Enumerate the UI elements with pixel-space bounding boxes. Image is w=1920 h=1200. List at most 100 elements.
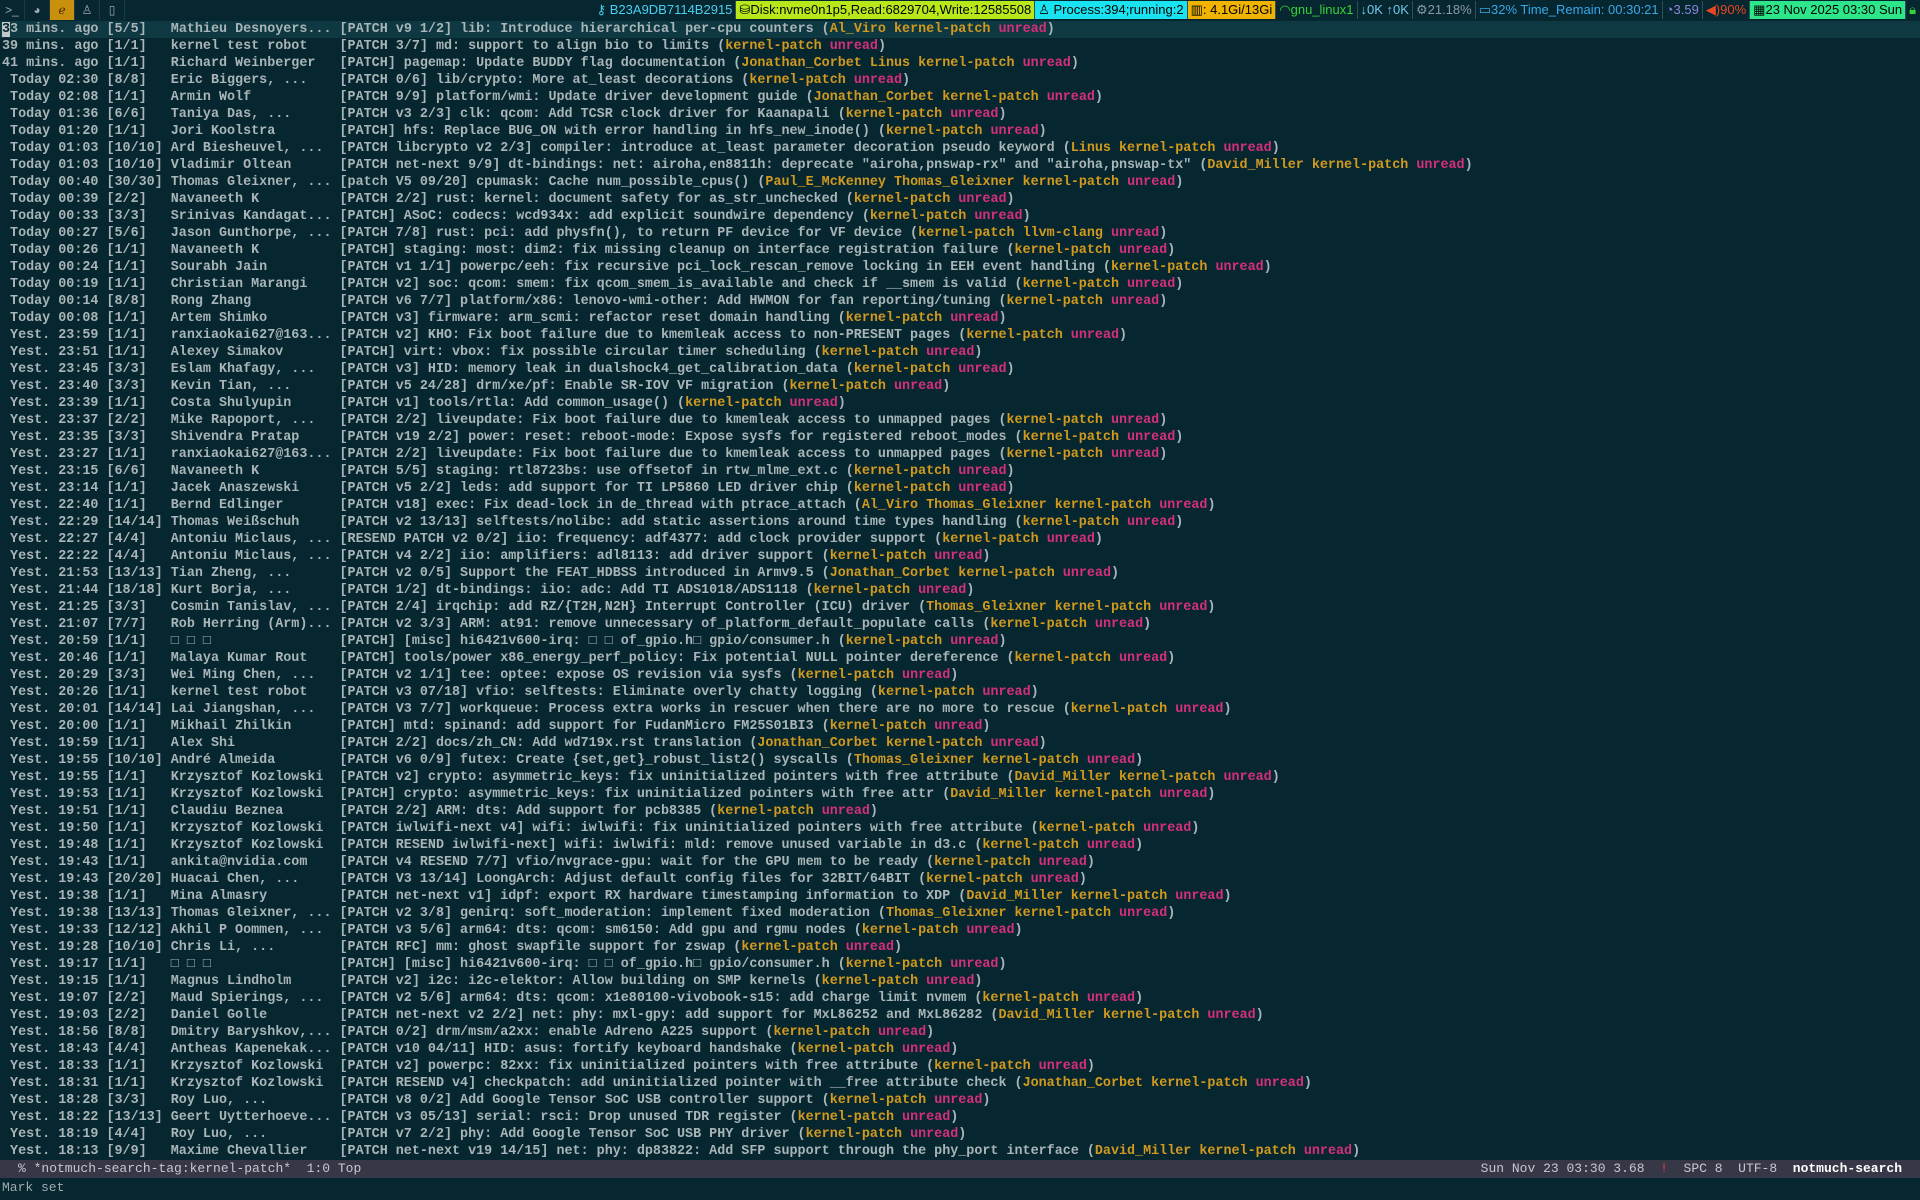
thread-row[interactable]: Yest. 20:01 [14/14] Lai Jiangshan, ... […	[0, 701, 1920, 718]
thread-count: [10/10]	[98, 753, 170, 768]
thread-row[interactable]: Today 00:08 [1/1] Artem Shimko [PATCH v3…	[0, 310, 1920, 327]
thread-row[interactable]: Yest. 20:00 [1/1] Mikhail Zhilkin [PATCH…	[0, 718, 1920, 735]
thread-tag: Jonathan_Corbet	[741, 56, 862, 71]
thread-row[interactable]: Yest. 19:43 [1/1] ankita@nvidia.com [PAT…	[0, 854, 1920, 871]
thread-row[interactable]: Yest. 21:07 [7/7] Rob Herring (Arm)... […	[0, 616, 1920, 633]
thread-subject: [PATCH v19 2/2] power: reset: reboot-mod…	[340, 430, 1023, 445]
lock-icon[interactable]: 🔒︎	[1905, 1, 1920, 19]
thread-date: Yest. 21:53	[2, 566, 98, 581]
thread-row[interactable]: Yest. 18:22 [13/13] Geert Uytterhoeve...…	[0, 1109, 1920, 1126]
thread-row[interactable]: Yest. 22:29 [14/14] Thomas Weißschuh [PA…	[0, 514, 1920, 531]
thread-tag: unread	[1095, 617, 1143, 632]
thread-row[interactable]: Today 01:20 [1/1] Jori Koolstra [PATCH] …	[0, 123, 1920, 140]
thread-date: Yest. 19:43	[2, 872, 98, 887]
emacs-icon[interactable]: ℯ	[50, 0, 75, 20]
thread-tag: unread	[1111, 226, 1159, 241]
thread-row[interactable]: Yest. 20:46 [1/1] Malaya Kumar Rout [PAT…	[0, 650, 1920, 667]
thread-row[interactable]: Yest. 20:26 [1/1] kernel test robot [PAT…	[0, 684, 1920, 701]
thread-row[interactable]: Yest. 18:43 [4/4] Antheas Kapenekak... […	[0, 1041, 1920, 1058]
gauge-icon: ◔	[1666, 2, 1674, 17]
thread-tag: unread	[1127, 515, 1175, 530]
minibuffer[interactable]: Mark set	[2, 1178, 64, 1198]
thread-row[interactable]: Yest. 19:07 [2/2] Maud Spierings, ... [P…	[0, 990, 1920, 1007]
thread-row[interactable]: Today 00:24 [1/1] Sourabh Jain [PATCH v1…	[0, 259, 1920, 276]
volume-status[interactable]: ◀)90%	[1702, 1, 1749, 19]
thread-tag: unread	[926, 974, 974, 989]
cursor: 3	[2, 22, 10, 37]
thread-row[interactable]: 41 mins. ago [1/1] Richard Weinberger [P…	[0, 55, 1920, 72]
thread-authors: ranxiaokai627@163...	[171, 328, 340, 343]
thread-row[interactable]: Yest. 21:53 [13/13] Tian Zheng, ... [PAT…	[0, 565, 1920, 582]
thread-tag: kernel-patch	[1006, 413, 1102, 428]
firefox-icon[interactable]: ◕	[25, 0, 50, 20]
terminal-icon[interactable]: >_	[0, 0, 25, 20]
thread-row[interactable]: Yest. 19:03 [2/2] Daniel Golle [PATCH ne…	[0, 1007, 1920, 1024]
thread-row[interactable]: Yest. 19:55 [1/1] Krzysztof Kozlowski [P…	[0, 769, 1920, 786]
thread-row[interactable]: Yest. 18:31 [1/1] Krzysztof Kozlowski [P…	[0, 1075, 1920, 1092]
thread-row[interactable]: Yest. 21:44 [18/18] Kurt Borja, ... [PAT…	[0, 582, 1920, 599]
thread-row[interactable]: Yest. 19:48 [1/1] Krzysztof Kozlowski [P…	[0, 837, 1920, 854]
thread-row[interactable]: Today 01:03 [10/10] Ard Biesheuvel, ... …	[0, 140, 1920, 157]
thread-row[interactable]: Yest. 23:59 [1/1] ranxiaokai627@163... […	[0, 327, 1920, 344]
thread-row[interactable]: Yest. 20:59 [1/1] □ □ □ [PATCH] [misc] h…	[0, 633, 1920, 650]
thread-row[interactable]: Today 02:08 [1/1] Armin Wolf [PATCH 9/9]…	[0, 89, 1920, 106]
thread-row[interactable]: 39 mins. ago [1/1] kernel test robot [PA…	[0, 38, 1920, 55]
thread-row[interactable]: Today 00:19 [1/1] Christian Marangi [PAT…	[0, 276, 1920, 293]
thread-row[interactable]: Yest. 22:22 [4/4] Antoniu Miclaus, ... […	[0, 548, 1920, 565]
thread-row[interactable]: Today 00:40 [30/30] Thomas Gleixner, ...…	[0, 174, 1920, 191]
thread-tag: unread	[1215, 260, 1263, 275]
thread-row[interactable]: Yest. 18:13 [9/9] Maxime Chevallier [PAT…	[0, 1143, 1920, 1160]
thread-row[interactable]: Yest. 19:51 [1/1] Claudiu Beznea [PATCH …	[0, 803, 1920, 820]
thread-row[interactable]: Yest. 23:27 [1/1] ranxiaokai627@163... […	[0, 446, 1920, 463]
pdf-icon[interactable]: ▯	[100, 0, 125, 20]
thread-row[interactable]: Yest. 21:25 [3/3] Cosmin Tanislav, ... […	[0, 599, 1920, 616]
thread-row[interactable]: Yest. 19:55 [10/10] André Almeida [PATCH…	[0, 752, 1920, 769]
thread-tag: unread	[990, 736, 1038, 751]
thread-authors: Krzysztof Kozlowski	[171, 1059, 340, 1074]
thread-row[interactable]: Yest. 19:50 [1/1] Krzysztof Kozlowski [P…	[0, 820, 1920, 837]
network-status: ◠gnu_linux1	[1275, 1, 1356, 19]
thread-row[interactable]: Today 00:39 [2/2] Navaneeth K [PATCH 2/2…	[0, 191, 1920, 208]
thread-row[interactable]: Yest. 23:15 [6/6] Navaneeth K [PATCH 5/5…	[0, 463, 1920, 480]
thread-row[interactable]: Today 00:26 [1/1] Navaneeth K [PATCH] st…	[0, 242, 1920, 259]
thread-count: [4/4]	[98, 549, 170, 564]
thread-row[interactable]: Yest. 19:38 [1/1] Mina Almasry [PATCH ne…	[0, 888, 1920, 905]
thread-row[interactable]: Today 00:33 [3/3] Srinivas Kandagat... […	[0, 208, 1920, 225]
thread-row[interactable]: Yest. 23:37 [2/2] Mike Rapoport, ... [PA…	[0, 412, 1920, 429]
thread-row[interactable]: Today 01:36 [6/6] Taniya Das, ... [PATCH…	[0, 106, 1920, 123]
thread-row[interactable]: Yest. 19:28 [10/10] Chris Li, ... [PATCH…	[0, 939, 1920, 956]
thread-row[interactable]: Today 01:03 [10/10] Vladimir Oltean [PAT…	[0, 157, 1920, 174]
thread-authors: Mina Almasry	[171, 889, 340, 904]
thread-row[interactable]: Today 00:14 [8/8] Rong Zhang [PATCH v6 7…	[0, 293, 1920, 310]
thread-row[interactable]: Yest. 19:59 [1/1] Alex Shi [PATCH 2/2] d…	[0, 735, 1920, 752]
thread-authors: Huacai Chen, ...	[171, 872, 340, 887]
thread-row[interactable]: Yest. 18:33 [1/1] Krzysztof Kozlowski [P…	[0, 1058, 1920, 1075]
network-name: gnu_linux1	[1291, 2, 1354, 17]
thread-subject: [PATCH 2/2] liveupdate: Fix boot failure…	[340, 413, 1007, 428]
thread-row[interactable]: Yest. 19:38 [13/13] Thomas Gleixner, ...…	[0, 905, 1920, 922]
thread-row[interactable]: Yest. 19:53 [1/1] Krzysztof Kozlowski [P…	[0, 786, 1920, 803]
thread-row[interactable]: Yest. 23:45 [3/3] Eslam Khafagy, ... [PA…	[0, 361, 1920, 378]
thread-row[interactable]: Yest. 18:28 [3/3] Roy Luo, ... [PATCH v8…	[0, 1092, 1920, 1109]
thread-row[interactable]: Yest. 23:35 [3/3] Shivendra Pratap [PATC…	[0, 429, 1920, 446]
thread-row[interactable]: Yest. 19:15 [1/1] Magnus Lindholm [PATCH…	[0, 973, 1920, 990]
thread-row[interactable]: Yest. 22:40 [1/1] Bernd Edlinger [PATCH …	[0, 497, 1920, 514]
thread-row[interactable]: Yest. 20:29 [3/3] Wei Ming Chen, ... [PA…	[0, 667, 1920, 684]
thread-row[interactable]: Yest. 19:17 [1/1] □ □ □ [PATCH] [misc] h…	[0, 956, 1920, 973]
thread-row[interactable]: Today 02:30 [8/8] Eric Biggers, ... [PAT…	[0, 72, 1920, 89]
thread-authors: Vladimir Oltean	[171, 158, 340, 173]
thread-row[interactable]: Yest. 23:40 [3/3] Kevin Tian, ... [PATCH…	[0, 378, 1920, 395]
thread-row[interactable]: 33 mins. ago [5/5] Mathieu Desnoyers... …	[0, 21, 1920, 38]
thread-row[interactable]: Yest. 23:14 [1/1] Jacek Anaszewski [PATC…	[0, 480, 1920, 497]
thread-row[interactable]: Today 00:27 [5/6] Jason Gunthorpe, ... […	[0, 225, 1920, 242]
thread-tag: unread	[950, 957, 998, 972]
thread-row[interactable]: Yest. 23:51 [1/1] Alexey Simakov [PATCH]…	[0, 344, 1920, 361]
tux-icon[interactable]: ♙	[75, 0, 100, 20]
thread-subject: [PATCH 0/6] lib/crypto: More at_least de…	[340, 73, 750, 88]
thread-row[interactable]: Yest. 18:19 [4/4] Roy Luo, ... [PATCH v7…	[0, 1126, 1920, 1143]
thread-row[interactable]: Yest. 22:27 [4/4] Antoniu Miclaus, ... […	[0, 531, 1920, 548]
thread-row[interactable]: Yest. 19:33 [12/12] Akhil P Oommen, ... …	[0, 922, 1920, 939]
thread-row[interactable]: Yest. 23:39 [1/1] Costa Shulyupin [PATCH…	[0, 395, 1920, 412]
thread-row[interactable]: Yest. 19:43 [20/20] Huacai Chen, ... [PA…	[0, 871, 1920, 888]
thread-row[interactable]: Yest. 18:56 [8/8] Dmitry Baryshkov,... […	[0, 1024, 1920, 1041]
